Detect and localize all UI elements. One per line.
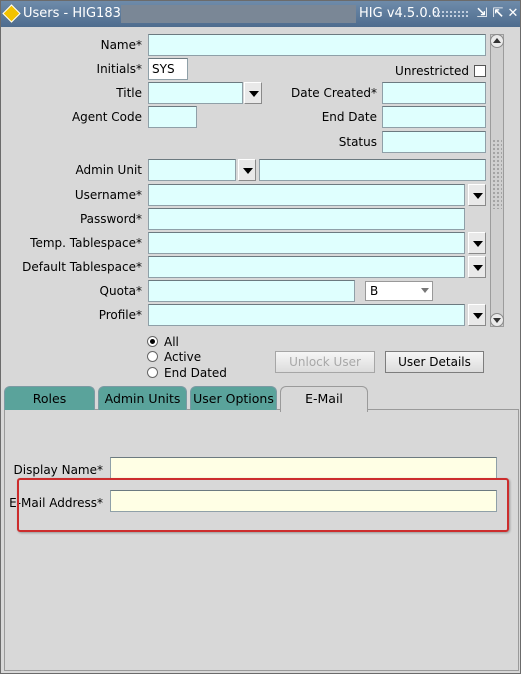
quota-unit-select[interactable]: B <box>365 281 433 301</box>
window-version: HIG v4.5.0.0 <box>359 6 440 21</box>
close-icon[interactable]: ✕ <box>505 5 521 23</box>
highlight-box <box>17 478 509 532</box>
username-field[interactable] <box>148 184 465 206</box>
status-field[interactable] <box>382 131 486 153</box>
initials-field[interactable]: SYS <box>148 58 188 80</box>
maximize-icon[interactable]: ⇱ <box>490 5 506 23</box>
scroll-grip-icon[interactable] <box>492 139 502 209</box>
admin-unit-code-field[interactable] <box>148 159 236 181</box>
user-details-button[interactable]: User Details <box>385 351 484 373</box>
end-date-label: End Date <box>321 110 377 124</box>
status-label: Status <box>338 135 377 149</box>
default-tablespace-label: Default Tablespace* <box>22 260 142 274</box>
unlock-user-button[interactable]: Unlock User <box>275 351 375 373</box>
radio-end-dated-label: End Dated <box>164 366 227 380</box>
users-window: Users - HIG1832 - HIG v4.5.0.0 ⇲ ⇱ ✕ Nam… <box>0 0 521 674</box>
tab-email[interactable]: E-Mail <box>280 386 368 412</box>
name-field[interactable] <box>148 34 486 56</box>
tab-admin-units[interactable]: Admin Units <box>98 386 187 410</box>
admin-unit-dropdown-icon[interactable] <box>238 159 256 181</box>
password-label: Password* <box>79 212 142 226</box>
redacted-title-segment <box>121 5 356 23</box>
profile-dropdown-icon[interactable] <box>468 304 486 326</box>
quota-label: Quota* <box>99 284 142 298</box>
temp-tablespace-field[interactable] <box>148 232 465 254</box>
default-tablespace-dropdown-icon[interactable] <box>468 256 486 278</box>
default-tablespace-field[interactable] <box>148 256 465 278</box>
end-date-field[interactable] <box>382 106 486 128</box>
profile-field[interactable] <box>148 304 465 326</box>
display-name-field[interactable] <box>110 457 497 479</box>
scroll-up-icon[interactable] <box>490 34 504 48</box>
initials-label: Initials* <box>96 62 142 76</box>
quota-field[interactable] <box>148 280 355 302</box>
tab-roles[interactable]: Roles <box>4 386 95 410</box>
quota-unit-value: B <box>370 284 379 298</box>
email-tab-panel <box>4 409 519 671</box>
admin-unit-label: Admin Unit <box>75 163 143 177</box>
unrestricted-checkbox[interactable] <box>474 65 486 77</box>
title-grip-icon <box>433 10 469 18</box>
scroll-down-icon[interactable] <box>490 313 504 327</box>
temp-tablespace-label: Temp. Tablespace* <box>30 236 142 250</box>
tab-user-options[interactable]: User Options <box>190 386 277 410</box>
title-label: Title <box>116 86 142 100</box>
unrestricted-label: Unrestricted <box>395 64 469 78</box>
username-label: Username* <box>74 188 142 202</box>
radio-active-label: Active <box>164 350 202 364</box>
radio-active[interactable] <box>147 351 158 362</box>
admin-unit-name-field[interactable] <box>259 159 486 181</box>
quota-unit-chevron-icon <box>421 288 429 293</box>
username-dropdown-icon[interactable] <box>468 184 486 206</box>
radio-all[interactable] <box>147 336 158 347</box>
radio-end-dated[interactable] <box>147 367 158 378</box>
agent-code-label: Agent Code <box>71 110 142 124</box>
agent-code-field[interactable] <box>148 106 197 128</box>
title-field[interactable] <box>148 82 243 104</box>
password-field[interactable] <box>148 208 465 230</box>
date-created-field[interactable] <box>382 82 486 104</box>
temp-tablespace-dropdown-icon[interactable] <box>468 232 486 254</box>
name-label: Name* <box>100 38 142 52</box>
radio-all-label: All <box>164 335 179 349</box>
title-dropdown-icon[interactable] <box>244 82 262 104</box>
app-diamond-icon <box>2 4 21 23</box>
display-name-label: Display Name* <box>13 463 103 477</box>
title-bar[interactable]: Users - HIG1832 - HIG v4.5.0.0 ⇲ ⇱ ✕ <box>1 1 520 27</box>
profile-label: Profile* <box>98 308 142 322</box>
minimize-icon[interactable]: ⇲ <box>474 5 490 23</box>
date-created-label: Date Created* <box>291 86 377 100</box>
